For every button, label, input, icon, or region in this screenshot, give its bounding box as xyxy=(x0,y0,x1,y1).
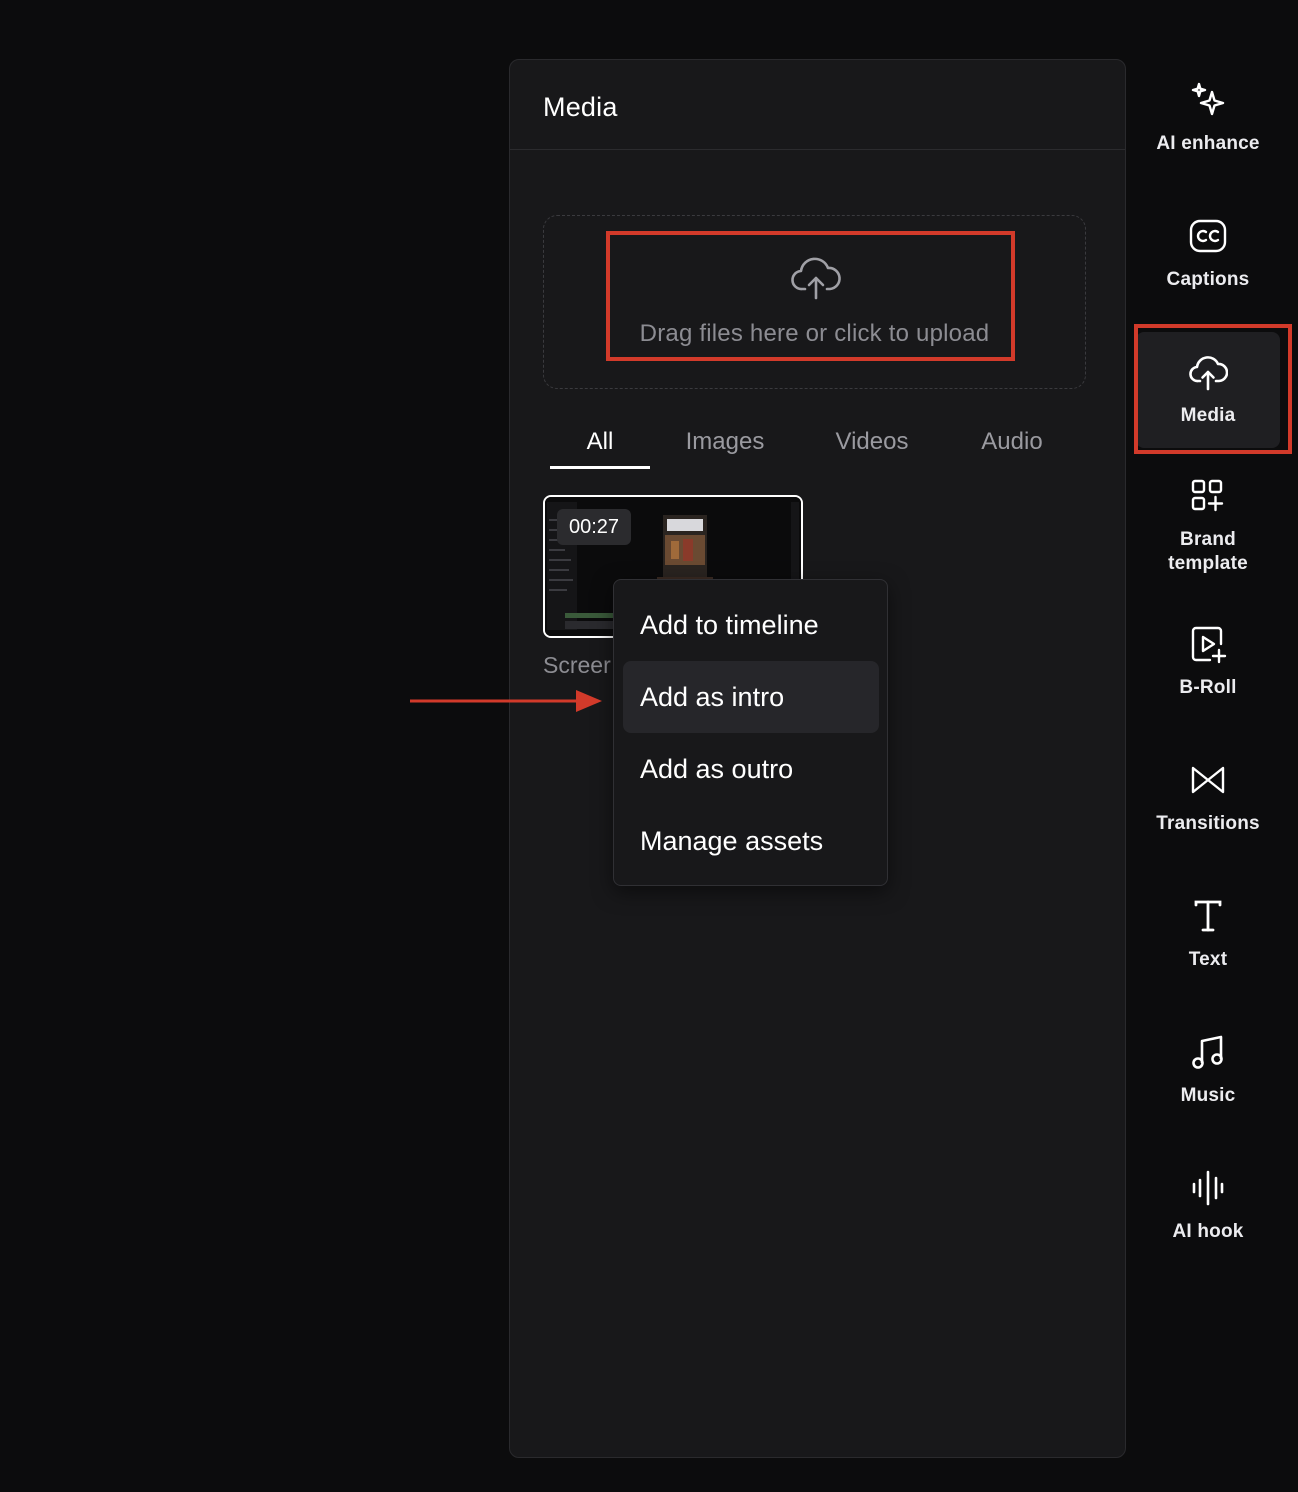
panel-title: Media xyxy=(543,92,618,122)
text-icon xyxy=(1194,900,1222,932)
sidebar-label: Captions xyxy=(1166,269,1250,290)
sidebar-label: AI enhance xyxy=(1156,133,1260,154)
audio-wave-icon xyxy=(1192,1170,1224,1206)
tab-all[interactable]: All xyxy=(550,420,650,469)
media-name: Screer xyxy=(543,652,611,678)
grid-plus-icon xyxy=(1191,479,1224,512)
menu-manage-assets[interactable]: Manage assets xyxy=(623,805,879,877)
media-highlight-box xyxy=(1134,324,1292,454)
sidebar-item-music[interactable]: Music xyxy=(1136,1032,1280,1108)
menu-add-as-outro[interactable]: Add as outro xyxy=(623,733,879,805)
cloud-upload-icon xyxy=(791,257,841,300)
transition-icon xyxy=(1191,766,1225,794)
sparkle-icon xyxy=(1191,82,1225,116)
tab-images[interactable]: Images xyxy=(675,420,775,466)
sidebar-label: Text xyxy=(1188,949,1228,970)
sidebar-label: Music xyxy=(1180,1085,1236,1106)
sidebar-item-b-roll[interactable]: B-Roll xyxy=(1136,624,1280,700)
cc-icon xyxy=(1189,219,1227,253)
tab-videos[interactable]: Videos xyxy=(822,420,922,466)
menu-add-to-timeline[interactable]: Add to timeline xyxy=(623,589,879,661)
tab-audio[interactable]: Audio xyxy=(962,420,1062,466)
sidebar-item-transitions[interactable]: Transitions xyxy=(1136,760,1280,836)
sidebar-label: Brand template xyxy=(1168,529,1248,574)
upload-text: Drag files here or click to upload xyxy=(639,320,990,347)
play-add-icon xyxy=(1191,626,1227,664)
sidebar-item-text[interactable]: Text xyxy=(1136,896,1280,972)
sidebar-item-ai-hook[interactable]: AI hook xyxy=(1136,1168,1280,1244)
sidebar-item-brand-template[interactable]: Brand template xyxy=(1136,476,1280,576)
sidebar-item-captions[interactable]: Captions xyxy=(1136,216,1280,292)
panel-header: Media xyxy=(510,60,1125,150)
sidebar-label: Transitions xyxy=(1156,813,1260,834)
duration-badge: 00:27 xyxy=(557,509,632,545)
tool-sidebar: AI enhance Captions Media Brand template xyxy=(1130,60,1290,1290)
sidebar-item-ai-enhance[interactable]: AI enhance xyxy=(1136,80,1280,156)
sidebar-label: B-Roll xyxy=(1179,677,1237,698)
music-note-icon xyxy=(1192,1035,1223,1069)
annotation-arrow-icon xyxy=(410,690,602,712)
upload-dropzone[interactable]: Drag files here or click to upload xyxy=(543,215,1086,389)
media-tabs: All Images Videos Audio xyxy=(550,420,1070,469)
media-panel: Media Drag files here or click to upload… xyxy=(509,59,1126,1458)
context-menu: Add to timeline Add as intro Add as outr… xyxy=(613,579,888,886)
sidebar-label: AI hook xyxy=(1172,1221,1244,1242)
menu-add-as-intro[interactable]: Add as intro xyxy=(623,661,879,733)
